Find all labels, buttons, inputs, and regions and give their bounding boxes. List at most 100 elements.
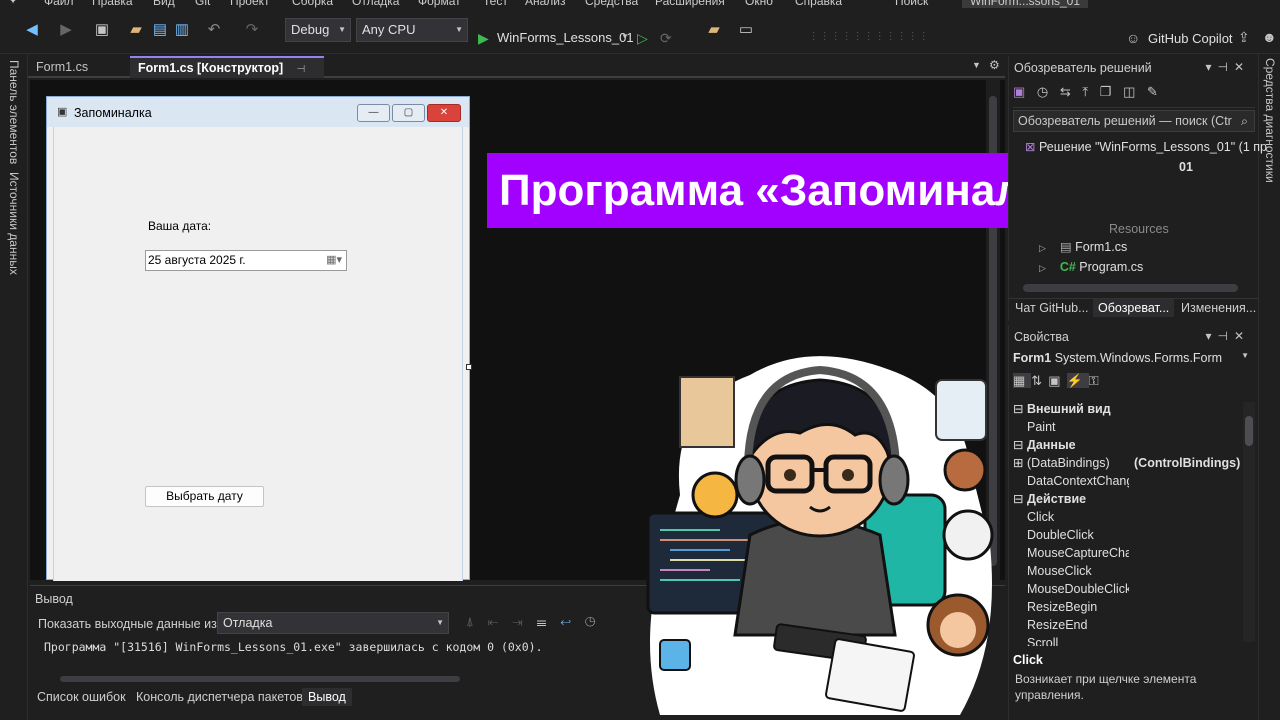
- search-box[interactable]: Поиск: [895, 0, 928, 8]
- chevron-down-icon[interactable]: ▼: [621, 32, 629, 41]
- filter-icon[interactable]: ◫: [1123, 84, 1139, 99]
- tab-form-cs[interactable]: Form1.cs: [28, 56, 96, 78]
- history-icon[interactable]: ◷: [1037, 84, 1052, 99]
- menu-item-tools[interactable]: Средства: [585, 0, 638, 8]
- undo-icon[interactable]: ↶: [204, 20, 224, 40]
- switch-views-icon[interactable]: ▣: [1013, 84, 1029, 99]
- solution-toolbar[interactable]: ▣ ◷ ⇆ ⤒ ❐ ◫ ✎: [1013, 84, 1255, 108]
- wrench-icon[interactable]: ✎: [1147, 84, 1162, 99]
- prop-row[interactable]: ResizeBegin: [1013, 598, 1243, 616]
- collapse-icon[interactable]: ⊟: [1013, 400, 1023, 418]
- show-all-icon[interactable]: ❐: [1100, 84, 1116, 99]
- sync-icon[interactable]: ⇆: [1060, 84, 1075, 99]
- forward-icon[interactable]: ▶: [56, 20, 76, 40]
- menu-item-analyze[interactable]: Анализ: [525, 0, 566, 8]
- output-toolbar[interactable]: ⍋⇤⇥☰↩◷: [466, 614, 609, 630]
- horizontal-scrollbar[interactable]: [1023, 284, 1238, 292]
- window-layout-icon[interactable]: ▭: [736, 20, 756, 40]
- prop-row[interactable]: MouseDoubleClick: [1013, 580, 1243, 598]
- properties-icon[interactable]: ▣: [1048, 373, 1066, 388]
- run-target[interactable]: WinForms_Lessons_01: [497, 30, 634, 45]
- panel-controls[interactable]: ▾⊣✕: [1205, 60, 1250, 74]
- chevron-right-icon[interactable]: ▷: [1039, 263, 1046, 273]
- run-icon[interactable]: ▶: [478, 30, 489, 47]
- chevron-down-icon[interactable]: ▼: [1241, 351, 1249, 360]
- share-icon[interactable]: ⇪: [1238, 29, 1250, 46]
- prop-row[interactable]: MouseClick: [1013, 562, 1243, 580]
- folder-icon[interactable]: ▰: [704, 20, 724, 40]
- tab-form-designer[interactable]: Form1.cs [Конструктор] ⊣ ✕: [130, 56, 324, 97]
- menu-item-help[interactable]: Справка: [795, 0, 842, 8]
- tab-solution-explorer[interactable]: Обозреват...: [1093, 299, 1175, 317]
- property-pages-icon[interactable]: ⚿: [1089, 373, 1105, 388]
- tab-package-console[interactable]: Консоль диспетчера пакетов: [136, 690, 303, 704]
- prop-row[interactable]: DataContextChang: [1013, 472, 1243, 490]
- prop-row[interactable]: Click: [1013, 508, 1243, 526]
- menu-item-edit[interactable]: Правка: [92, 0, 133, 8]
- tree-item-program[interactable]: ▷ C# Program.cs: [1039, 260, 1143, 274]
- pin-icon[interactable]: ⊣: [297, 64, 306, 75]
- menu-item-view[interactable]: Вид: [153, 0, 175, 8]
- tab-github-chat[interactable]: Чат GitHub...: [1015, 301, 1089, 315]
- collapse-icon[interactable]: ⊟: [1013, 436, 1023, 454]
- tree-item-form1[interactable]: ▷ ▤ Form1.cs: [1039, 239, 1127, 254]
- project-node[interactable]: 01: [1179, 160, 1193, 174]
- back-icon[interactable]: ◀: [22, 20, 42, 40]
- clock-icon[interactable]: ◷: [585, 614, 609, 629]
- resize-handle[interactable]: [466, 364, 472, 370]
- open-folder-icon[interactable]: ▰: [126, 20, 146, 40]
- menu-item-extensions[interactable]: Расширения: [655, 0, 725, 8]
- find-icon[interactable]: ⍋: [466, 614, 488, 629]
- maximize-button[interactable]: ▢: [392, 104, 425, 122]
- solution-search-input[interactable]: Обозреватель решений — поиск (Ctr ⌕: [1013, 110, 1255, 132]
- properties-scrollbar[interactable]: [1243, 402, 1255, 642]
- calendar-icon[interactable]: ▦▾: [326, 251, 342, 270]
- copilot-button[interactable]: GitHub Copilot: [1148, 31, 1233, 46]
- alphabetical-icon[interactable]: ⇅: [1031, 373, 1048, 388]
- new-item-icon[interactable]: ▣: [92, 20, 112, 40]
- panel-controls[interactable]: ▾⊣✕: [1205, 329, 1250, 343]
- chevron-down-icon[interactable]: ▼: [972, 60, 981, 70]
- close-button[interactable]: ✕: [427, 104, 461, 122]
- choose-date-button[interactable]: Выбрать дату: [145, 486, 264, 507]
- prop-row[interactable]: ResizeEnd: [1013, 616, 1243, 634]
- prop-row[interactable]: Paint: [1013, 418, 1243, 436]
- datasources-tab[interactable]: Источники данных: [7, 172, 21, 275]
- config-select[interactable]: Debug ▼: [285, 18, 351, 42]
- date-picker[interactable]: 25 августа 2025 г. ▦▾: [145, 250, 347, 271]
- copilot-icon[interactable]: ☺: [1126, 30, 1140, 46]
- tab-error-list[interactable]: Список ошибок: [37, 690, 126, 704]
- menu-item-debug[interactable]: Отладка: [352, 0, 399, 8]
- form-window[interactable]: ▣ Запоминалка — ▢ ✕ Ваша дата: 25 август…: [46, 96, 472, 581]
- prop-category[interactable]: ⊟ Внешний вид: [1013, 400, 1243, 418]
- save-all-icon[interactable]: ▥: [172, 20, 192, 40]
- word-wrap-icon[interactable]: ↩: [560, 614, 584, 629]
- solution-node[interactable]: ⊠ Решение "WinForms_Lessons_01" (1 пр: [1025, 139, 1267, 154]
- diagnostics-tab[interactable]: Средства диагностики: [1263, 58, 1277, 183]
- gear-icon[interactable]: ⚙: [989, 58, 1000, 72]
- hot-reload-icon[interactable]: ⟳: [660, 30, 672, 47]
- prop-row[interactable]: DoubleClick: [1013, 526, 1243, 544]
- menu-item-format[interactable]: Формат: [418, 0, 461, 8]
- save-icon[interactable]: ▤: [150, 20, 170, 40]
- scroll-thumb[interactable]: [1245, 416, 1253, 446]
- menu-item-file[interactable]: Файл: [44, 0, 74, 8]
- menu-item-git[interactable]: Git: [195, 0, 210, 8]
- menu-item-project[interactable]: Проект: [230, 0, 270, 8]
- expand-icon[interactable]: ⊞: [1013, 454, 1023, 472]
- prev-message-icon[interactable]: ⇤: [488, 614, 512, 629]
- menu-item-window[interactable]: Окно: [745, 0, 773, 8]
- alignment-icons[interactable]: ⫶⫶⫶⫶⫶⫶⫶⫶⫶⫶⫶: [812, 30, 933, 45]
- prop-row[interactable]: MouseCaptureChan: [1013, 544, 1243, 562]
- clear-all-icon[interactable]: ☰: [537, 614, 561, 629]
- tab-output[interactable]: Вывод: [302, 688, 352, 706]
- menu-item-build[interactable]: Сборка: [292, 0, 333, 8]
- prop-row[interactable]: Scroll: [1013, 634, 1243, 646]
- tab-git-changes[interactable]: Изменения...: [1181, 301, 1256, 315]
- prop-category[interactable]: ⊟ Данные: [1013, 436, 1243, 454]
- output-source-select[interactable]: Отладка ▼: [217, 612, 449, 634]
- properties-toolbar[interactable]: ▦⇅▣⚡⚿: [1013, 373, 1255, 395]
- prop-row[interactable]: ⊞ (DataBindings) (ControlBindings): [1013, 454, 1243, 472]
- prop-category[interactable]: ⊟ Действие: [1013, 490, 1243, 508]
- resources-node[interactable]: Resources: [1109, 222, 1169, 236]
